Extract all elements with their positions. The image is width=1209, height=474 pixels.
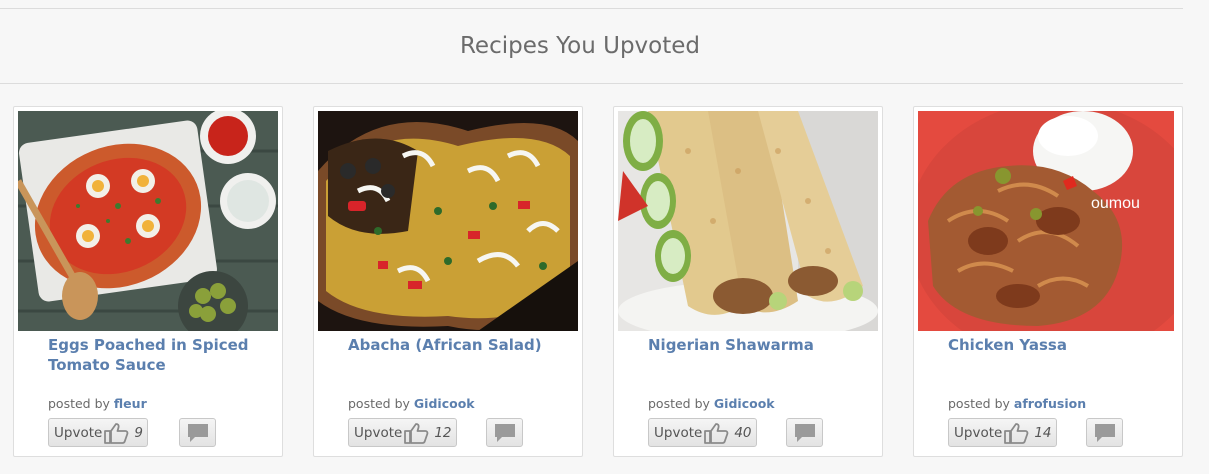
speech-bubble-icon	[794, 423, 815, 442]
recipe-image-link[interactable]: oumou	[918, 111, 1178, 331]
posted-by-label: posted by	[348, 396, 410, 411]
recipe-photo: oumou	[918, 111, 1174, 331]
posted-by-label: posted by	[648, 396, 710, 411]
speech-bubble-icon	[1094, 423, 1115, 442]
recipe-photo	[18, 111, 278, 331]
author-link[interactable]: Gidicook	[414, 396, 475, 411]
recipe-card: oumou Chicken Yassa posted by afrofusion…	[913, 106, 1183, 457]
recipe-image-link[interactable]	[618, 111, 878, 331]
upvote-count: 40	[734, 424, 752, 441]
recipe-card: Eggs Poached in Spiced Tomato Sauce post…	[13, 106, 283, 457]
recipe-card: Nigerian Shawarma posted by Gidicook Upv…	[613, 106, 883, 457]
recipe-image-link[interactable]	[18, 111, 278, 331]
upvote-label: Upvote	[654, 424, 703, 441]
recipe-image-link[interactable]	[318, 111, 578, 331]
upvote-button[interactable]: Upvote 14	[948, 418, 1057, 447]
recipe-title-link[interactable]: Eggs Poached in Spiced Tomato Sauce	[48, 335, 273, 375]
upvote-button[interactable]: Upvote 12	[348, 418, 457, 447]
upvote-count: 12	[434, 424, 452, 441]
photo-watermark: oumou	[1091, 195, 1140, 212]
upvote-label: Upvote	[54, 424, 103, 441]
author-link[interactable]: fleur	[114, 396, 147, 411]
posted-by-label: posted by	[48, 396, 110, 411]
speech-bubble-icon	[494, 423, 515, 442]
section-title: Recipes You Upvoted	[459, 33, 701, 59]
top-divider	[0, 8, 1183, 9]
page: Recipes You Upvoted Eggs Poached in Spic…	[0, 0, 1209, 474]
recipe-title-link[interactable]: Abacha (African Salad)	[348, 335, 573, 355]
speech-bubble-icon	[187, 423, 208, 442]
author-link[interactable]: afrofusion	[1014, 396, 1086, 411]
recipe-title-link[interactable]: Chicken Yassa	[948, 335, 1173, 355]
author-link[interactable]: Gidicook	[714, 396, 775, 411]
comment-button[interactable]	[1086, 418, 1123, 447]
posted-by: posted by Gidicook	[348, 396, 475, 411]
section-divider	[0, 83, 1183, 84]
posted-by: posted by Gidicook	[648, 396, 775, 411]
comment-button[interactable]	[179, 418, 216, 447]
recipe-title-link[interactable]: Nigerian Shawarma	[648, 335, 873, 355]
scrollbar-track[interactable]	[1191, 0, 1209, 474]
posted-by: posted by fleur	[48, 396, 147, 411]
comment-button[interactable]	[786, 418, 823, 447]
thumbs-up-icon	[404, 422, 429, 444]
recipe-photo	[318, 111, 578, 331]
recipe-card: Abacha (African Salad) posted by Gidicoo…	[313, 106, 583, 457]
upvote-label: Upvote	[954, 424, 1003, 441]
upvote-button[interactable]: Upvote 40	[648, 418, 757, 447]
upvote-button[interactable]: Upvote 9	[48, 418, 148, 447]
posted-by-label: posted by	[948, 396, 1010, 411]
posted-by: posted by afrofusion	[948, 396, 1086, 411]
upvote-count: 9	[134, 424, 143, 441]
upvote-count: 14	[1034, 424, 1052, 441]
recipe-photo	[618, 111, 878, 331]
thumbs-up-icon	[1004, 422, 1029, 444]
thumbs-up-icon	[704, 422, 729, 444]
thumbs-up-icon	[104, 422, 129, 444]
upvote-label: Upvote	[354, 424, 403, 441]
comment-button[interactable]	[486, 418, 523, 447]
